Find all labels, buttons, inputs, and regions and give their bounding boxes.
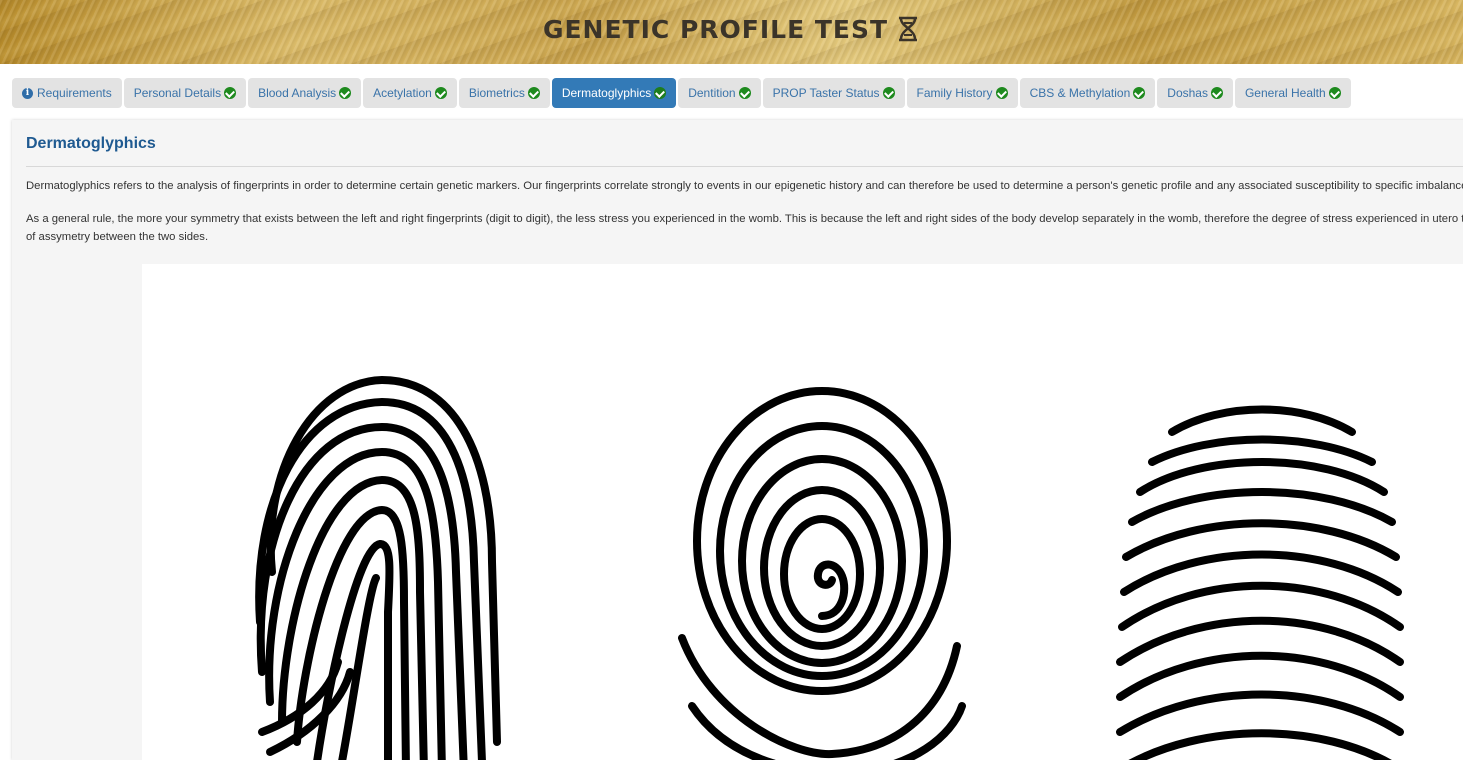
tab-bar: i Requirements Personal Details Blood An… xyxy=(12,78,1351,108)
check-icon xyxy=(1133,87,1146,99)
tab-prop-taster-status[interactable]: PROP Taster Status xyxy=(762,78,905,108)
tab-label: Doshas xyxy=(1167,86,1208,100)
page-title-text: GENETIC PROFILE TEST xyxy=(542,14,889,44)
content-panel: Dermatoglyphics Dermatoglyphics refers t… xyxy=(12,120,1463,760)
tab-acetylation[interactable]: Acetylation xyxy=(363,78,457,108)
check-icon xyxy=(738,87,751,99)
check-icon xyxy=(882,87,895,99)
tab-family-history[interactable]: Family History xyxy=(906,78,1018,108)
check-icon xyxy=(339,87,352,99)
tab-personal-details[interactable]: Personal Details xyxy=(123,78,247,108)
check-icon xyxy=(995,87,1008,99)
tab-label: General Health xyxy=(1244,86,1326,100)
header-banner: GENETIC PROFILE TEST xyxy=(0,0,1463,64)
tab-label: Personal Details xyxy=(133,86,222,100)
tab-blood-analysis[interactable]: Blood Analysis xyxy=(248,78,362,108)
dna-icon xyxy=(899,16,918,42)
tab-dermatoglyphics[interactable]: Dermatoglyphics xyxy=(551,78,677,108)
tab-label: Biometrics xyxy=(468,86,525,100)
symmetry-paragraph-line: As a general rule, the more your symmetr… xyxy=(26,213,1463,225)
tab-label: Requirements xyxy=(37,86,112,100)
check-icon xyxy=(654,87,667,99)
tab-dentition[interactable]: Dentition xyxy=(678,78,761,108)
tab-doshas[interactable]: Doshas xyxy=(1157,78,1233,108)
tab-label: Acetylation xyxy=(373,86,432,100)
tab-cbs-methylation[interactable]: CBS & Methylation xyxy=(1019,78,1156,108)
section-heading: Dermatoglyphics xyxy=(26,135,156,152)
symmetry-paragraph: As a general rule, the more your symmetr… xyxy=(26,210,1463,246)
check-icon xyxy=(1210,87,1223,99)
check-icon xyxy=(1328,87,1341,99)
symmetry-paragraph-line: of assymetry between the two sides. xyxy=(26,231,209,243)
page-title: GENETIC PROFILE TEST xyxy=(0,0,1463,58)
tab-label: Family History xyxy=(916,86,993,100)
tab-label: Blood Analysis xyxy=(258,86,337,100)
whorl-fingerprint-icon xyxy=(678,387,966,760)
tab-label: PROP Taster Status xyxy=(772,86,880,100)
loop-fingerprint-icon xyxy=(255,375,501,760)
tab-biometrics[interactable]: Biometrics xyxy=(458,78,550,108)
tab-general-health[interactable]: General Health xyxy=(1234,78,1351,108)
tab-label: CBS & Methylation xyxy=(1029,86,1131,100)
arch-fingerprint-icon xyxy=(1116,405,1404,760)
tab-label: Dentition xyxy=(688,86,736,100)
tab-requirements[interactable]: i Requirements xyxy=(12,78,122,108)
fingerprint-illustration xyxy=(142,264,1463,760)
divider xyxy=(26,166,1463,167)
check-icon xyxy=(527,87,540,99)
intro-paragraph: Dermatoglyphics refers to the analysis o… xyxy=(26,180,1463,192)
check-icon xyxy=(434,87,447,99)
tab-label: Dermatoglyphics xyxy=(561,86,652,100)
check-icon xyxy=(224,87,237,99)
info-icon: i xyxy=(22,87,33,99)
